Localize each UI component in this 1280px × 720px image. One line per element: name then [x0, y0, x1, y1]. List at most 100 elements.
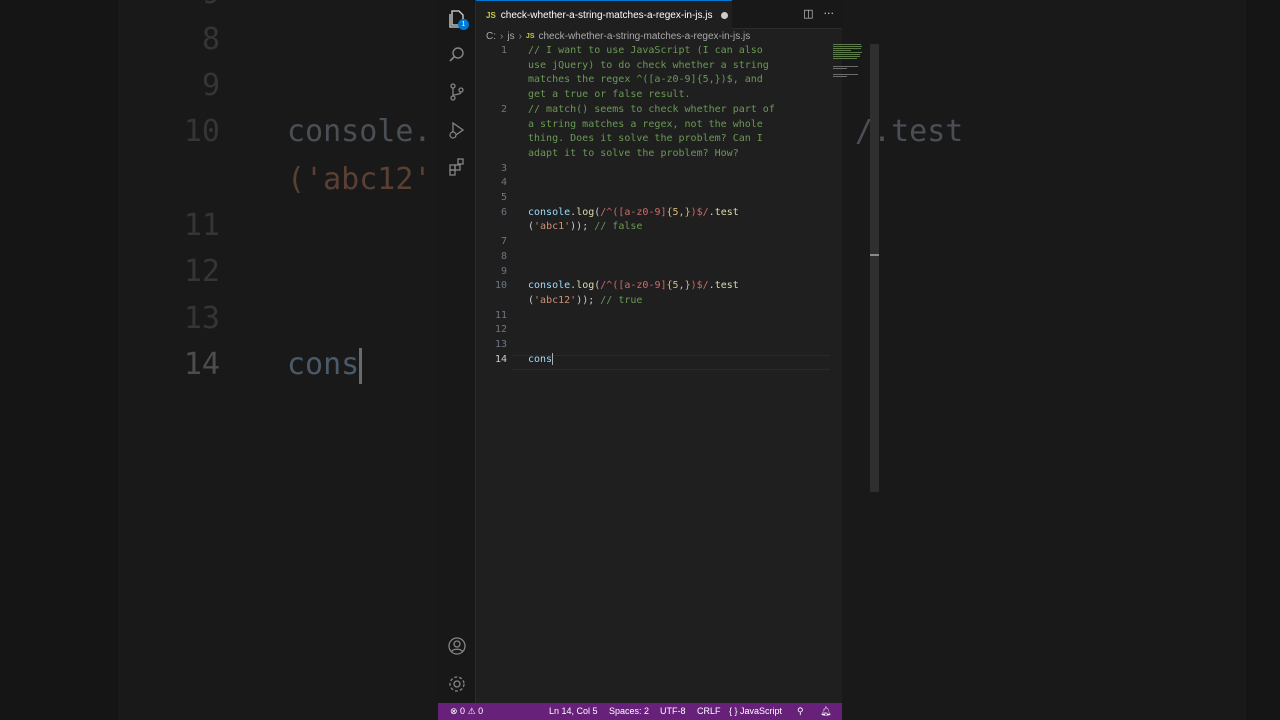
line-number: 7	[500, 236, 507, 248]
split-editor-icon[interactable]: ◫	[803, 7, 813, 20]
bg-line-number: 14	[183, 347, 220, 382]
code-line: ('abc1')); // false	[476, 220, 831, 235]
bg-line-number: 12	[183, 254, 220, 289]
code-line: 4	[476, 176, 831, 191]
line-number: 6	[500, 206, 507, 218]
code-editor[interactable]: 1 // I want to use JavaScript (I can also…	[476, 44, 831, 694]
extensions-icon[interactable]	[446, 156, 468, 178]
js-file-icon: JS	[486, 10, 496, 20]
minimap-line	[833, 68, 847, 69]
run-debug-icon[interactable]	[446, 119, 468, 141]
vertical-scrollbar[interactable]	[870, 44, 879, 492]
feedback-icon[interactable]: ⚲	[797, 706, 804, 717]
tab-active-file[interactable]: JS check-whether-a-string-matches-a-rege…	[476, 0, 732, 29]
bg-line-number: 11	[183, 208, 220, 243]
line-ending[interactable]: CRLF	[697, 706, 721, 716]
code-line: use jQuery) to do check whether a string	[476, 59, 831, 74]
code-text: get a true or false result.	[528, 89, 691, 101]
code-line: adapt it to solve the problem? How?	[476, 147, 831, 162]
code-line: get a true or false result.	[476, 88, 831, 103]
settings-gear-icon[interactable]	[446, 673, 468, 695]
language-mode[interactable]: { } JavaScript	[729, 706, 782, 716]
code-line: 13	[476, 338, 831, 353]
line-number: 12	[494, 324, 507, 336]
code-text: ('abc12')); // true	[528, 294, 643, 306]
code-text: // match() seems to check whether part o…	[528, 103, 775, 115]
minimap-line	[833, 44, 861, 45]
minimap-line	[833, 58, 857, 59]
code-text: adapt it to solve the problem? How?	[528, 147, 739, 159]
minimap-line	[833, 56, 860, 57]
minimap-line	[833, 76, 847, 77]
files-icon[interactable]: 1	[446, 8, 469, 30]
source-control-icon[interactable]	[446, 81, 468, 103]
breadcrumb-folder[interactable]: js	[507, 31, 514, 42]
minimap-line	[833, 74, 858, 75]
line-number: 8	[500, 250, 507, 262]
problems-indicator[interactable]: ⊗ 0 ⚠ 0	[450, 706, 483, 717]
indentation[interactable]: Spaces: 2	[609, 706, 649, 716]
bg-line-number: 8	[201, 22, 220, 57]
line-number: 13	[494, 339, 507, 350]
code-text: console.log(/^([a-z0-9]{5,})$/.test	[528, 280, 739, 292]
explorer-badge: 1	[458, 19, 469, 30]
notifications-bell-icon[interactable]: 🔔︎	[820, 706, 831, 717]
encoding[interactable]: UTF-8	[660, 706, 686, 716]
bg-code-text: cons	[287, 347, 360, 382]
code-text: cons	[528, 352, 554, 368]
bg-code-line: ('abc12'	[287, 162, 432, 197]
bg-line-number: 10	[183, 114, 220, 149]
typed-text: cons	[528, 353, 553, 365]
bg-code-line: cons	[287, 347, 363, 384]
line-number: 3	[500, 162, 507, 174]
minimap-line	[833, 66, 858, 67]
code-line: 11	[476, 309, 831, 324]
chevron-right-icon: ›	[518, 30, 522, 42]
minimap-line	[833, 52, 862, 53]
cursor-position[interactable]: Ln 14, Col 5	[549, 706, 598, 716]
scrollbar-cursor-marker	[870, 254, 879, 256]
code-text: matches the regex ^([a-z0-9]{5,})$, and	[528, 74, 763, 86]
vscode-window: 1 JS check-whether-a-string-matches-a-re…	[438, 0, 879, 720]
line-number: 1	[500, 45, 507, 56]
line-number: 14	[494, 353, 507, 365]
code-line: ('abc12')); // true	[476, 294, 831, 309]
bg-cursor	[359, 347, 363, 384]
code-line: 6 console.log(/^([a-z0-9]{5,})$/.test	[476, 206, 831, 221]
bg-code-line: console.	[287, 114, 432, 149]
line-number: 2	[500, 103, 507, 115]
warning-count: 0	[478, 706, 484, 716]
bg-line-number: 9	[0, 0, 220, 11]
search-icon[interactable]	[446, 44, 468, 66]
editor-actions: ◫ ···	[803, 7, 834, 20]
code-text: a string matches a regex, not the whole	[528, 118, 763, 130]
text-cursor	[552, 352, 554, 365]
code-line: 3	[476, 162, 831, 177]
line-number: 10	[494, 280, 507, 292]
code-text: ('abc1')); // false	[528, 221, 643, 233]
code-line: 7	[476, 235, 831, 250]
line-number: 11	[494, 309, 507, 321]
minimap-line	[833, 46, 862, 47]
unsaved-dot-icon[interactable]	[720, 11, 728, 19]
code-line-active: 14 cons	[476, 352, 831, 368]
breadcrumb-drive[interactable]: C:	[486, 31, 496, 42]
language-label: JavaScript	[740, 706, 783, 716]
breadcrumb-file[interactable]: check-whether-a-string-matches-a-regex-i…	[538, 31, 750, 42]
code-line: 2 // match() seems to check whether part …	[476, 103, 831, 118]
error-count: 0	[460, 706, 466, 716]
more-actions-icon[interactable]: ···	[824, 7, 835, 20]
code-text: thing. Does it solve the problem? Can I	[528, 133, 763, 145]
code-line: matches the regex ^([a-z0-9]{5,})$, and	[476, 73, 831, 88]
code-line: a string matches a regex, not the whole	[476, 118, 831, 133]
minimap[interactable]	[831, 44, 863, 104]
tab-bar: JS check-whether-a-string-matches-a-rege…	[476, 0, 842, 29]
account-icon[interactable]	[446, 635, 468, 657]
code-line: 12	[476, 323, 831, 338]
code-line: 1 // I want to use JavaScript (I can also	[476, 44, 831, 59]
braces-icon: { }	[729, 706, 738, 716]
code-line: 5	[476, 191, 831, 206]
line-number: 4	[500, 177, 507, 189]
code-text: // I want to use JavaScript (I can also	[528, 45, 763, 56]
code-line: 9	[476, 265, 831, 280]
